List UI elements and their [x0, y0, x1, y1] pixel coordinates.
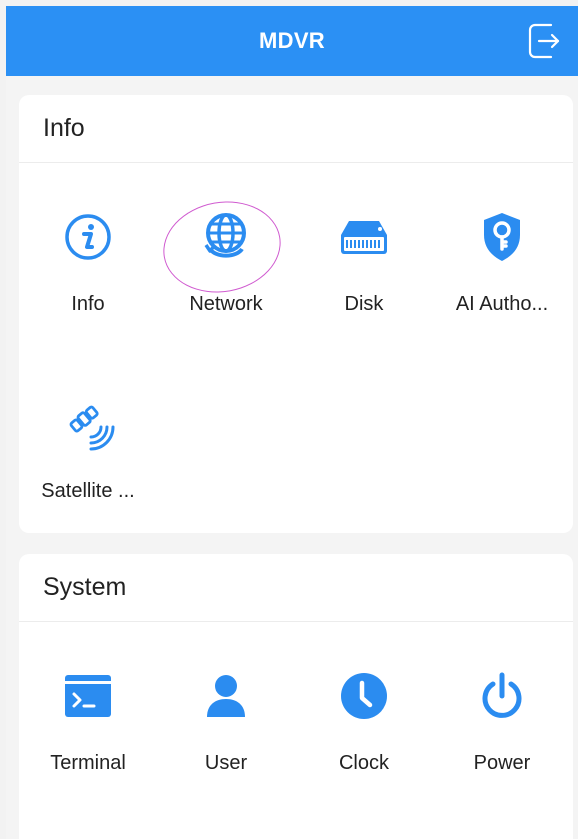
- clock-icon: [337, 669, 391, 723]
- terminal-tile[interactable]: Terminal: [19, 669, 157, 819]
- info-section-divider: [19, 162, 573, 163]
- user-tile[interactable]: User: [157, 669, 295, 819]
- power-tile[interactable]: Power: [433, 669, 571, 819]
- network-tile-label: Network: [189, 293, 263, 315]
- ai-authorization-tile-label: AI Autho...: [455, 293, 549, 315]
- terminal-icon: [61, 669, 115, 723]
- info-tile-label: Info: [71, 293, 105, 315]
- system-section: System Terminal User Clock Power: [19, 554, 573, 839]
- system-section-title: System: [43, 573, 127, 601]
- system-section-divider: [19, 621, 573, 622]
- satellite-tile[interactable]: Satellite ...: [19, 397, 157, 533]
- disk-icon: [337, 210, 391, 264]
- user-tile-label: User: [204, 752, 248, 774]
- power-icon: [475, 669, 529, 723]
- clock-tile[interactable]: Clock: [295, 669, 433, 819]
- shield-key-icon: [475, 210, 529, 264]
- info-section: Info Info Network Disk AI Autho... Satel…: [19, 95, 573, 533]
- logout-icon: [528, 23, 560, 59]
- disk-tile[interactable]: Disk: [295, 210, 433, 360]
- disk-tile-label: Disk: [344, 293, 384, 315]
- network-tile[interactable]: Network: [157, 210, 295, 360]
- logout-button[interactable]: [528, 22, 562, 60]
- clock-tile-label: Clock: [338, 752, 389, 774]
- power-tile-label: Power: [473, 752, 531, 774]
- app-frame: MDVR Info Info Network Disk AI Autho... …: [6, 6, 578, 839]
- network-icon: [199, 210, 253, 264]
- ai-authorization-tile[interactable]: AI Autho...: [433, 210, 571, 360]
- satellite-tile-label: Satellite ...: [41, 480, 135, 502]
- info-tile[interactable]: Info: [19, 210, 157, 360]
- info-icon: [61, 210, 115, 264]
- user-icon: [199, 669, 253, 723]
- terminal-tile-label: Terminal: [50, 752, 126, 774]
- top-bar: MDVR: [6, 6, 578, 76]
- satellite-icon: [61, 397, 115, 451]
- app-title: MDVR: [259, 28, 325, 53]
- info-section-title: Info: [43, 114, 85, 142]
